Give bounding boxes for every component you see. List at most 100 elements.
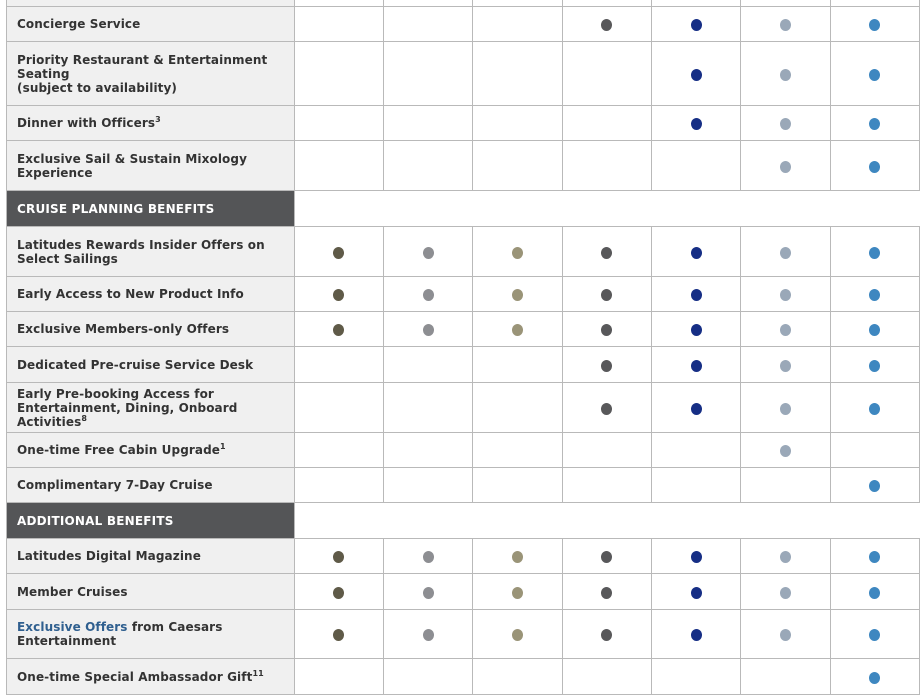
tier-7-cell <box>829 105 920 141</box>
tier-7-cell <box>829 538 920 574</box>
included-dot-icon <box>869 480 881 492</box>
included-dot-icon <box>869 118 881 130</box>
exclusive-offers-link[interactable]: Exclusive Offers <box>17 620 128 634</box>
included-dot-icon <box>511 324 523 336</box>
tier-1-cell <box>293 41 384 106</box>
benefit-row: Complimentary 7-Day Cruise <box>6 467 920 503</box>
tier-2-cell <box>382 226 474 277</box>
tier-3-cell <box>472 538 563 574</box>
tier-1-cell <box>293 311 384 347</box>
included-dot-icon <box>869 629 881 641</box>
included-dot-icon <box>601 402 613 415</box>
included-dot-icon <box>601 19 613 31</box>
tier-6-cell <box>740 658 831 695</box>
footnote-marker: 11 <box>252 668 264 678</box>
included-dot-icon <box>511 586 523 599</box>
tier-5-cell <box>650 140 742 191</box>
included-dot-icon <box>779 445 791 457</box>
tier-2-cell <box>382 41 474 106</box>
included-dot-icon <box>690 402 702 415</box>
included-dot-icon <box>690 68 702 81</box>
footnote-marker: 8 <box>81 413 87 423</box>
tier-3-cell <box>472 467 563 503</box>
tier-2-cell <box>382 609 474 659</box>
tier-1-cell <box>293 573 384 610</box>
tier-4-cell <box>561 276 652 312</box>
benefit-label-text: Early Pre-booking Access for Entertainme… <box>17 386 238 429</box>
benefit-label: Exclusive Members-only Offers <box>6 311 295 347</box>
benefit-row: Latitudes Rewards Insider Offers on Sele… <box>6 226 920 277</box>
tier-4-cell <box>561 311 652 347</box>
included-dot-icon <box>779 324 791 336</box>
benefit-label-text: One-time Special Ambassador Gift <box>17 669 253 684</box>
tier-1-cell <box>293 538 384 574</box>
tier-7-cell <box>829 573 920 610</box>
tier-7-cell <box>829 311 920 347</box>
included-dot-icon <box>690 289 702 301</box>
benefit-label-text: Member Cruises <box>17 584 128 599</box>
benefit-label: Early Pre-booking Access for Entertainme… <box>6 382 295 433</box>
tier-4-cell <box>561 609 652 659</box>
benefit-label: One-time Free Cabin Upgrade1 <box>6 432 295 468</box>
included-dot-icon <box>333 586 345 599</box>
benefit-row: Exclusive Offers from Caesars Entertainm… <box>6 609 920 659</box>
included-dot-icon <box>869 359 881 372</box>
tier-6-cell <box>740 6 831 42</box>
tier-6-cell <box>740 609 831 659</box>
tier-5-cell <box>650 226 742 277</box>
benefit-label-text: Exclusive Members-only Offers <box>17 322 230 336</box>
included-dot-icon <box>511 246 523 259</box>
benefit-row: Priority Restaurant & Entertainment Seat… <box>6 41 920 106</box>
tier-1-cell <box>293 658 384 695</box>
included-dot-icon <box>333 324 345 336</box>
section-header-spacer <box>293 190 920 227</box>
included-dot-icon <box>690 324 702 336</box>
benefit-row: Early Pre-booking Access for Entertainme… <box>6 382 920 433</box>
included-dot-icon <box>422 246 434 259</box>
tier-3-cell <box>472 382 563 433</box>
tier-6-cell <box>740 382 831 433</box>
section-header: ADDITIONAL BENEFITS <box>6 502 295 539</box>
tier-3-cell <box>472 105 563 141</box>
benefit-label: Complimentary 7-Day Cruise <box>6 467 295 503</box>
included-dot-icon <box>333 246 345 259</box>
tier-6-cell <box>740 276 831 312</box>
tier-4-cell <box>561 226 652 277</box>
included-dot-icon <box>601 359 613 372</box>
tier-2-cell <box>382 6 474 42</box>
tier-7-cell <box>829 346 920 383</box>
benefit-label: Latitudes Digital Magazine <box>6 538 295 574</box>
tier-5-cell <box>650 311 742 347</box>
section-header-row: ADDITIONAL BENEFITS <box>6 502 920 539</box>
tier-1-cell <box>293 609 384 659</box>
tier-6-cell <box>740 311 831 347</box>
included-dot-icon <box>601 246 613 259</box>
benefit-label: Exclusive Sail & Sustain Mixology Experi… <box>6 140 295 191</box>
tier-6-cell <box>740 467 831 503</box>
benefit-label: One-time Special Ambassador Gift11 <box>6 658 295 695</box>
benefit-label-note: (subject to availability) <box>17 80 178 95</box>
included-dot-icon <box>690 246 702 259</box>
tier-3-cell <box>472 609 563 659</box>
tier-7-cell <box>829 140 920 191</box>
tier-2-cell <box>382 140 474 191</box>
included-dot-icon <box>690 19 702 31</box>
benefit-label-text: Priority Restaurant & Entertainment Seat… <box>17 52 268 81</box>
benefit-row: Concierge Service <box>6 6 920 42</box>
tier-3-cell <box>472 573 563 610</box>
tier-3-cell <box>472 658 563 695</box>
included-dot-icon <box>779 68 791 81</box>
tier-6-cell <box>740 346 831 383</box>
included-dot-icon <box>779 19 791 31</box>
included-dot-icon <box>601 324 613 336</box>
included-dot-icon <box>511 629 523 641</box>
tier-5-cell <box>650 432 742 468</box>
included-dot-icon <box>779 402 791 415</box>
tier-5-cell <box>650 346 742 383</box>
benefit-row: Early Access to New Product Info <box>6 276 920 312</box>
tier-4-cell <box>561 467 652 503</box>
tier-6-cell <box>740 140 831 191</box>
included-dot-icon <box>779 586 791 599</box>
included-dot-icon <box>601 289 613 301</box>
tier-4-cell <box>561 41 652 106</box>
